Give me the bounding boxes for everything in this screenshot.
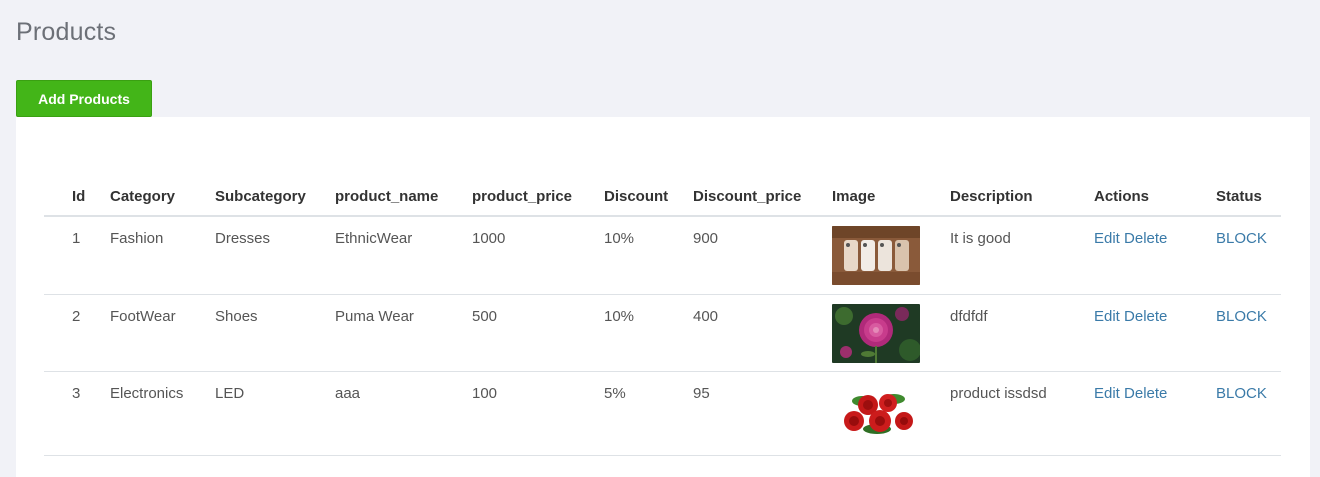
add-products-button[interactable]: Add Products: [16, 80, 152, 117]
column-header-actions: Actions: [1094, 177, 1216, 217]
cell-subcategory: Shoes: [215, 308, 258, 325]
cell-product-name: aaa: [335, 385, 361, 402]
cell-actions: Edit Delete: [1094, 295, 1216, 325]
delete-link[interactable]: Delete: [1124, 230, 1167, 247]
cell-actions: Edit Delete: [1094, 217, 1216, 247]
cell-actions: Edit Delete: [1094, 372, 1216, 402]
cell-id: 2: [72, 308, 81, 325]
column-header-description: Description: [950, 177, 1094, 217]
table-row: 2 FootWear Shoes Puma Wear 500 10% 400 d…: [44, 294, 1281, 372]
column-header-discount: Discount: [604, 177, 693, 217]
edit-link[interactable]: Edit: [1094, 230, 1120, 247]
cell-category: Electronics: [110, 385, 184, 402]
cell-discount: 10%: [604, 308, 635, 325]
cell-description: It is good: [950, 230, 1011, 247]
block-link[interactable]: BLOCK: [1216, 308, 1267, 325]
cell-discount: 10%: [604, 230, 635, 247]
product-image-phones: [832, 226, 920, 285]
products-card: Id Category Subcategory product_name pro…: [16, 117, 1310, 477]
column-header-product-name: product_name: [335, 177, 472, 217]
table-header-row: Id Category Subcategory product_name pro…: [44, 177, 1281, 217]
cell-subcategory: LED: [215, 385, 245, 402]
page-title: Products: [16, 18, 117, 46]
column-header-id: Id: [44, 177, 110, 217]
delete-link[interactable]: Delete: [1124, 308, 1167, 325]
block-link[interactable]: BLOCK: [1216, 385, 1267, 402]
table-row: 3 Electronics LED aaa 100 5% 95 product …: [44, 371, 1281, 456]
cell-product-price: 500: [472, 308, 498, 325]
column-header-discount-price: Discount_price: [693, 177, 832, 217]
cell-description: dfdfdf: [950, 308, 988, 325]
column-header-product-price: product_price: [472, 177, 604, 217]
column-header-subcategory: Subcategory: [215, 177, 335, 217]
edit-link[interactable]: Edit: [1094, 385, 1120, 402]
cell-category: FootWear: [110, 308, 176, 325]
block-link[interactable]: BLOCK: [1216, 230, 1267, 247]
column-header-image: Image: [832, 177, 950, 217]
cell-id: 1: [72, 230, 81, 247]
products-table: Id Category Subcategory product_name pro…: [44, 177, 1281, 456]
cell-id: 3: [72, 385, 81, 402]
delete-link[interactable]: Delete: [1124, 385, 1167, 402]
cell-product-name: EthnicWear: [335, 230, 413, 247]
cell-category: Fashion: [110, 230, 164, 247]
cell-discount-price: 400: [693, 308, 719, 325]
cell-discount-price: 95: [693, 385, 710, 402]
cell-product-price: 1000: [472, 230, 506, 247]
cell-product-price: 100: [472, 385, 498, 402]
column-header-category: Category: [110, 177, 215, 217]
table-row: 1 Fashion Dresses EthnicWear 1000 10% 90…: [44, 216, 1281, 295]
column-header-status: Status: [1216, 177, 1281, 217]
cell-description: product issdsd: [950, 385, 1047, 402]
cell-product-name: Puma Wear: [335, 308, 414, 325]
product-image-roses: [832, 381, 920, 440]
cell-discount-price: 900: [693, 230, 719, 247]
cell-discount: 5%: [604, 385, 626, 402]
product-image-flower: [832, 304, 920, 363]
cell-subcategory: Dresses: [215, 230, 271, 247]
edit-link[interactable]: Edit: [1094, 308, 1120, 325]
